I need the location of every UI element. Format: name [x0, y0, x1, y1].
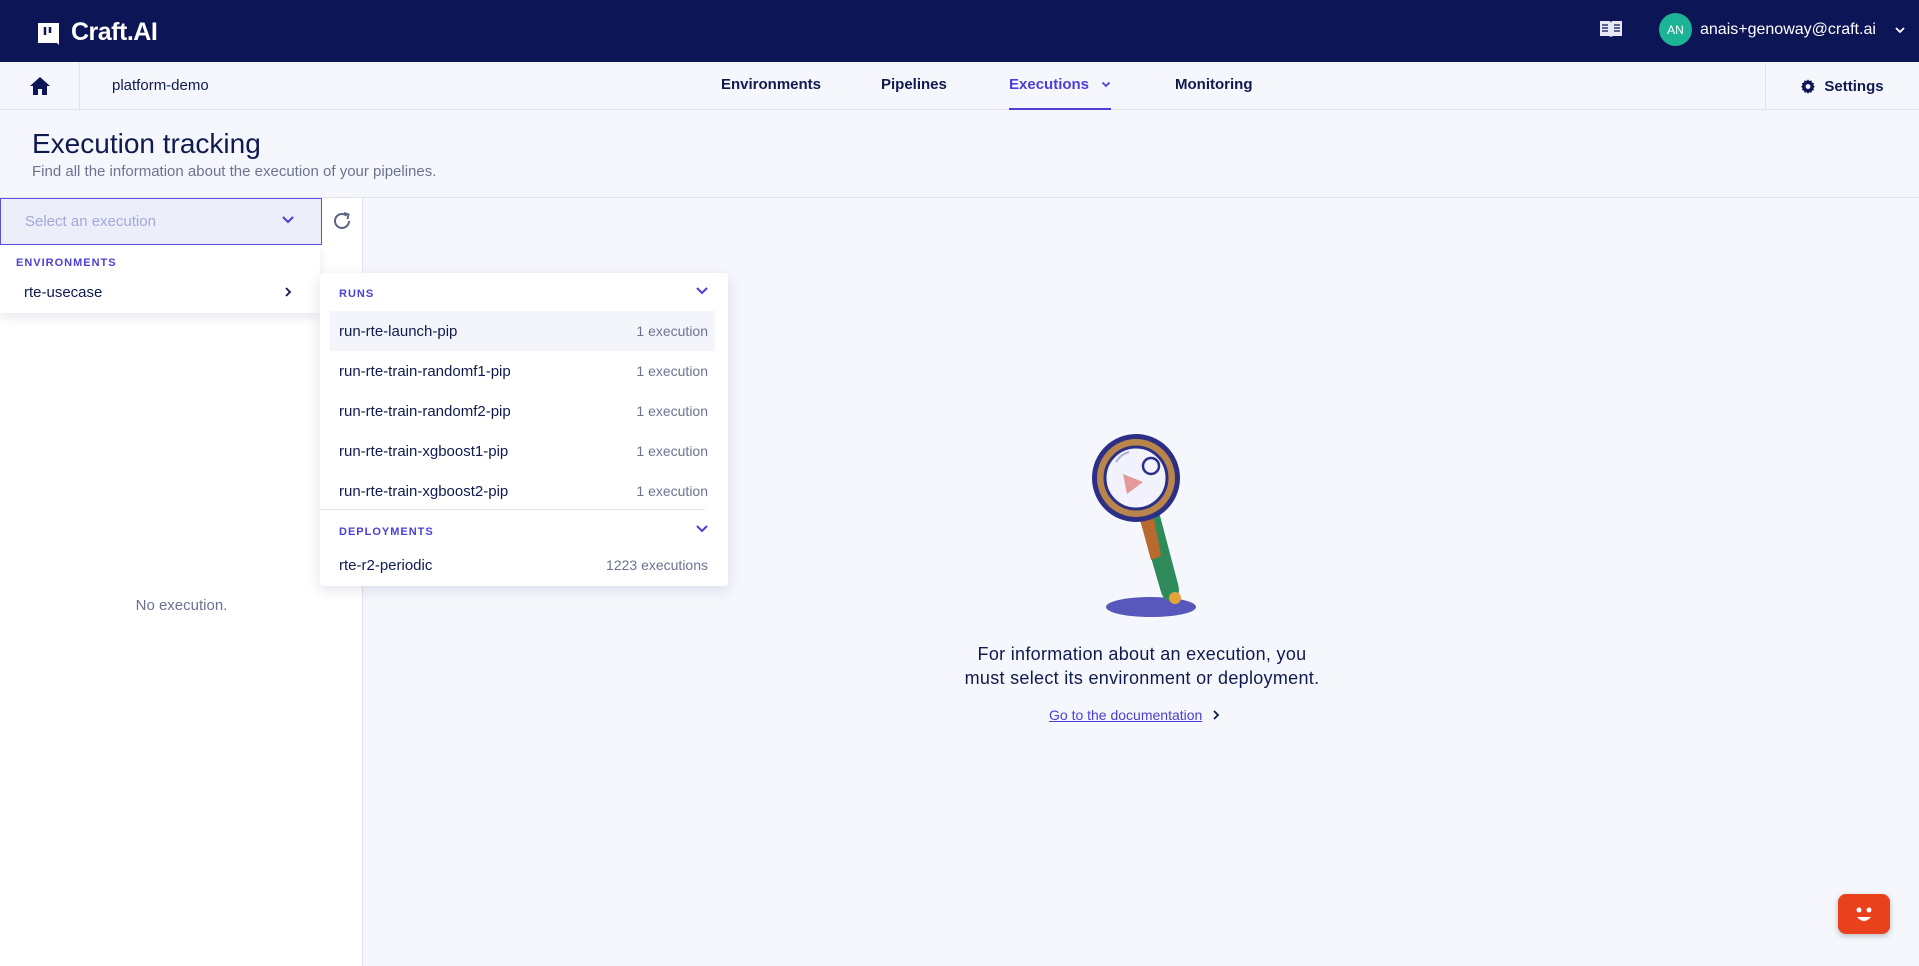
tab-executions-label: Executions: [1009, 76, 1090, 93]
refresh-icon[interactable]: [330, 209, 354, 233]
run-count: 1 execution: [636, 403, 708, 419]
deployment-count: 1223 executions: [606, 557, 708, 573]
chevron-down-icon: [1895, 26, 1905, 33]
environments-section-label: ENVIRONMENTS: [16, 257, 117, 269]
tab-environments[interactable]: Environments: [721, 76, 821, 93]
chevron-down-icon[interactable]: [695, 524, 709, 534]
nav-bar: platform-demo Environments Pipelines Exe…: [0, 62, 1919, 110]
run-count: 1 execution: [636, 363, 708, 379]
run-item[interactable]: run-rte-train-randomf1-pip 1 execution: [330, 351, 715, 391]
chat-face-icon: [1856, 907, 1872, 921]
deployment-item[interactable]: rte-r2-periodic 1223 executions: [330, 545, 715, 585]
documentation-link[interactable]: Go to the documentation: [1049, 707, 1220, 723]
chevron-down-icon[interactable]: [695, 286, 709, 296]
execution-select-placeholder: Select an execution: [25, 213, 156, 230]
empty-state-text: For information about an execution, you …: [920, 642, 1364, 690]
empty-state-line-1: For information about an execution, you: [977, 644, 1307, 664]
home-button[interactable]: [0, 62, 80, 110]
run-count: 1 execution: [636, 483, 708, 499]
empty-list-text: No execution.: [135, 597, 228, 614]
run-item[interactable]: run-rte-launch-pip 1 execution: [330, 311, 715, 351]
chevron-down-icon: [1101, 81, 1111, 88]
empty-state-line-2: must select its environment or deploymen…: [964, 668, 1320, 688]
runs-dropdown: RUNS run-rte-launch-pip 1 execution run-…: [320, 273, 728, 586]
run-item[interactable]: run-rte-train-randomf2-pip 1 execution: [330, 391, 715, 431]
project-name[interactable]: platform-demo: [112, 77, 209, 94]
run-name: run-rte-train-xgboost2-pip: [339, 482, 509, 500]
run-name: run-rte-launch-pip: [339, 322, 458, 340]
app-name: Craft.AI: [71, 18, 158, 46]
user-menu[interactable]: AN anais+genoway@craft.ai: [1659, 13, 1906, 46]
page-title: Execution tracking: [32, 128, 261, 159]
run-item[interactable]: run-rte-train-xgboost1-pip 1 execution: [330, 431, 715, 471]
home-icon: [29, 77, 50, 95]
avatar: AN: [1659, 13, 1692, 46]
environment-item-label: rte-usecase: [24, 283, 103, 301]
chevron-right-icon: [285, 287, 292, 297]
settings-label: Settings: [1824, 77, 1884, 95]
executions-list-panel: [0, 198, 363, 966]
top-bar: Craft.AI AN anais+genoway@craft.ai: [0, 0, 1919, 62]
tab-pipelines[interactable]: Pipelines: [881, 76, 947, 93]
settings-button[interactable]: Settings: [1765, 62, 1919, 110]
deployments-section-label: DEPLOYMENTS: [339, 526, 434, 538]
execution-select[interactable]: Select an execution: [0, 198, 322, 245]
tab-monitoring[interactable]: Monitoring: [1175, 76, 1252, 93]
run-count: 1 execution: [636, 443, 708, 459]
app-logo[interactable]: Craft.AI: [36, 18, 158, 47]
run-name: run-rte-train-randomf2-pip: [339, 402, 511, 420]
environments-dropdown: ENVIRONMENTS rte-usecase: [0, 246, 320, 313]
run-name: run-rte-train-randomf1-pip: [339, 362, 511, 380]
chevron-down-icon: [282, 216, 294, 224]
gear-icon: [1801, 78, 1816, 94]
deployment-name: rte-r2-periodic: [339, 556, 433, 574]
page-subtitle: Find all the information about the execu…: [32, 163, 437, 180]
doc-book-icon[interactable]: [1597, 17, 1625, 41]
deployments-section-header[interactable]: DEPLOYMENTS: [339, 524, 709, 540]
active-tab-indicator: [1009, 108, 1111, 110]
chevron-right-icon: [1213, 710, 1220, 720]
tab-executions[interactable]: Executions: [1009, 76, 1111, 93]
user-email: anais+genoway@craft.ai: [1700, 20, 1876, 38]
magnifying-glass-icon: [1092, 434, 1196, 617]
documentation-link-label: Go to the documentation: [1049, 707, 1203, 723]
craft-logo-icon: [38, 22, 59, 45]
runs-section-label: RUNS: [339, 288, 375, 300]
run-name: run-rte-train-xgboost1-pip: [339, 442, 509, 460]
divider: [320, 509, 705, 510]
run-item[interactable]: run-rte-train-xgboost2-pip 1 execution: [330, 471, 715, 511]
runs-section-header[interactable]: RUNS: [339, 286, 709, 302]
environment-item[interactable]: rte-usecase: [0, 276, 320, 308]
run-count: 1 execution: [636, 323, 708, 339]
chat-button[interactable]: [1838, 894, 1890, 934]
